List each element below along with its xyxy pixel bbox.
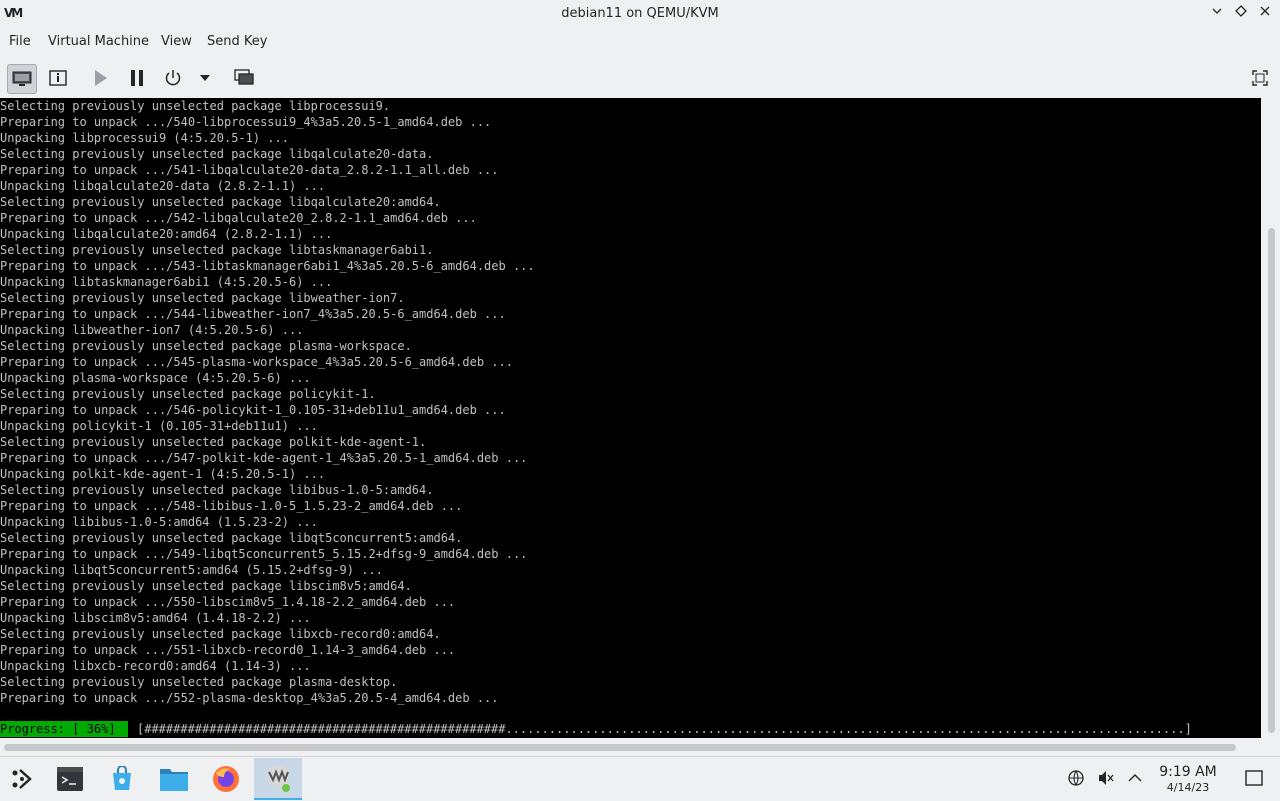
console-line: Unpacking policykit-1 (0.105-31+deb11u1)… [0, 419, 318, 433]
dropdown-arrow-icon [200, 75, 210, 81]
console-line: Unpacking plasma-workspace (4:5.20.5-6) … [0, 371, 311, 385]
console-line: Unpacking polkit-kde-agent-1 (4:5.20.5-1… [0, 467, 326, 481]
console-line: Selecting previously unselected package … [0, 291, 405, 305]
console-line: Preparing to unpack .../540-libprocessui… [0, 115, 492, 129]
console-line: Preparing to unpack .../547-polkit-kde-a… [0, 451, 528, 465]
volume-muted-icon [1099, 771, 1114, 785]
maximize-icon[interactable] [1232, 5, 1250, 23]
console-line: Selecting previously unselected package … [0, 579, 412, 593]
discover-icon [113, 766, 131, 790]
show-desktop-button[interactable] [1244, 768, 1264, 788]
taskbar-virt-manager[interactable] [254, 758, 302, 800]
console-line: Preparing to unpack .../545-plasma-works… [0, 355, 513, 369]
progress-bar: [#######################################… [137, 722, 1192, 736]
snapshots-button[interactable] [230, 64, 258, 92]
console-line: Unpacking libweather-ion7 (4:5.20.5-6) .… [0, 323, 304, 337]
app-launcher-button[interactable] [0, 758, 44, 800]
menu-file[interactable]: File [9, 34, 31, 49]
snapshots-icon [234, 69, 254, 85]
horizontal-scrollbar[interactable] [0, 740, 1260, 754]
vertical-scrollbar[interactable] [1266, 98, 1278, 738]
console-line: Selecting previously unselected package … [0, 339, 412, 353]
console-line: Selecting previously unselected package … [0, 243, 434, 257]
taskbar-firefox[interactable] [204, 758, 248, 800]
menu-send-key[interactable]: Send Key [207, 34, 267, 49]
console-line: Preparing to unpack .../551-libxcb-recor… [0, 643, 456, 657]
firefox-icon [213, 766, 239, 792]
details-view-button[interactable] [44, 64, 72, 92]
fullscreen-button[interactable] [1246, 64, 1274, 92]
console-icon [12, 71, 32, 86]
console-line: Unpacking libxcb-record0:amd64 (1.14-3) … [0, 659, 311, 673]
console-view-button[interactable] [7, 64, 37, 94]
progress-label: Progress: [ 36%] [0, 721, 128, 737]
app-launcher-icon [12, 769, 32, 789]
menu-view[interactable]: View [161, 34, 192, 49]
file-manager-icon [160, 769, 188, 791]
console-line: Unpacking libprocessui9 (4:5.20.5-1) ... [0, 131, 289, 145]
vm-console[interactable]: Selecting previously unselected package … [0, 98, 1261, 738]
pause-button[interactable] [123, 64, 151, 92]
run-icon [95, 70, 107, 86]
console-line: Preparing to unpack .../542-libqalculate… [0, 211, 477, 225]
close-icon[interactable] [1256, 5, 1274, 23]
volume-tray[interactable] [1096, 768, 1116, 788]
console-line: Unpacking libibus-1.0-5:amd64 (1.5.23-2)… [0, 515, 318, 529]
console-line: Selecting previously unselected package … [0, 483, 434, 497]
console-line: Preparing to unpack .../549-libqt5concur… [0, 547, 528, 561]
console-line: Unpacking libqt5concurrent5:amd64 (5.15.… [0, 563, 383, 577]
shutdown-button[interactable] [159, 64, 187, 92]
window-title: debian11 on QEMU/KVM [561, 6, 719, 21]
taskbar-discover[interactable] [100, 758, 144, 800]
console-line: Preparing to unpack .../552-plasma-deskt… [0, 691, 499, 705]
console-line: Selecting previously unselected package … [0, 99, 391, 113]
show-desktop-icon [1245, 770, 1263, 786]
network-tray[interactable] [1066, 768, 1086, 788]
console-line: Unpacking libtaskmanager6abi1 (4:5.20.5-… [0, 275, 333, 289]
minimize-icon[interactable] [1208, 5, 1226, 23]
terminal-icon [57, 767, 83, 791]
pause-icon [131, 70, 143, 86]
virt-manager-icon [267, 765, 290, 792]
console-line: Preparing to unpack .../548-libibus-1.0-… [0, 499, 463, 513]
tray-expand-button[interactable] [1125, 768, 1145, 788]
console-line: Selecting previously unselected package … [0, 531, 463, 545]
tray-expand-icon [1128, 774, 1142, 782]
console-line: Unpacking libqalculate20:amd64 (2.8.2-1.… [0, 227, 333, 241]
network-icon [1068, 770, 1084, 786]
console-line: Preparing to unpack .../543-libtaskmanag… [0, 259, 535, 273]
console-line: Preparing to unpack .../550-libscim8v5_1… [0, 595, 456, 609]
console-line: Unpacking libscim8v5:amd64 (1.4.18-2.2) … [0, 611, 311, 625]
menu-bar: File Virtual Machine View Send Key [0, 30, 1280, 56]
fullscreen-icon [1252, 70, 1268, 86]
console-line: Selecting previously unselected package … [0, 675, 398, 689]
clock-time[interactable]: 9:19 AM [1150, 764, 1226, 780]
console-line: Preparing to unpack .../546-policykit-1_… [0, 403, 506, 417]
console-line: Unpacking libqalculate20-data (2.8.2-1.1… [0, 179, 326, 193]
console-line: Preparing to unpack .../541-libqalculate… [0, 163, 499, 177]
console-line: Selecting previously unselected package … [0, 627, 441, 641]
title-bar: VM debian11 on QEMU/KVM [0, 0, 1280, 28]
console-line: Selecting previously unselected package … [0, 435, 427, 449]
power-icon [165, 70, 181, 86]
taskbar-file-manager[interactable] [152, 758, 196, 800]
run-button[interactable] [86, 64, 114, 92]
clock-date[interactable]: 4/14/23 [1150, 781, 1226, 794]
taskbar-terminal[interactable] [48, 758, 92, 800]
vertical-scrollbar-thumb[interactable] [1268, 228, 1275, 733]
shutdown-menu-button[interactable] [191, 64, 219, 92]
menu-virtual-machine[interactable]: Virtual Machine [48, 34, 149, 49]
details-icon [49, 70, 67, 86]
console-line: Selecting previously unselected package … [0, 387, 376, 401]
console-line: Selecting previously unselected package … [0, 147, 434, 161]
console-line: Selecting previously unselected package … [0, 195, 441, 209]
console-line: Preparing to unpack .../544-libweather-i… [0, 307, 506, 321]
horizontal-scrollbar-thumb[interactable] [4, 744, 1236, 751]
